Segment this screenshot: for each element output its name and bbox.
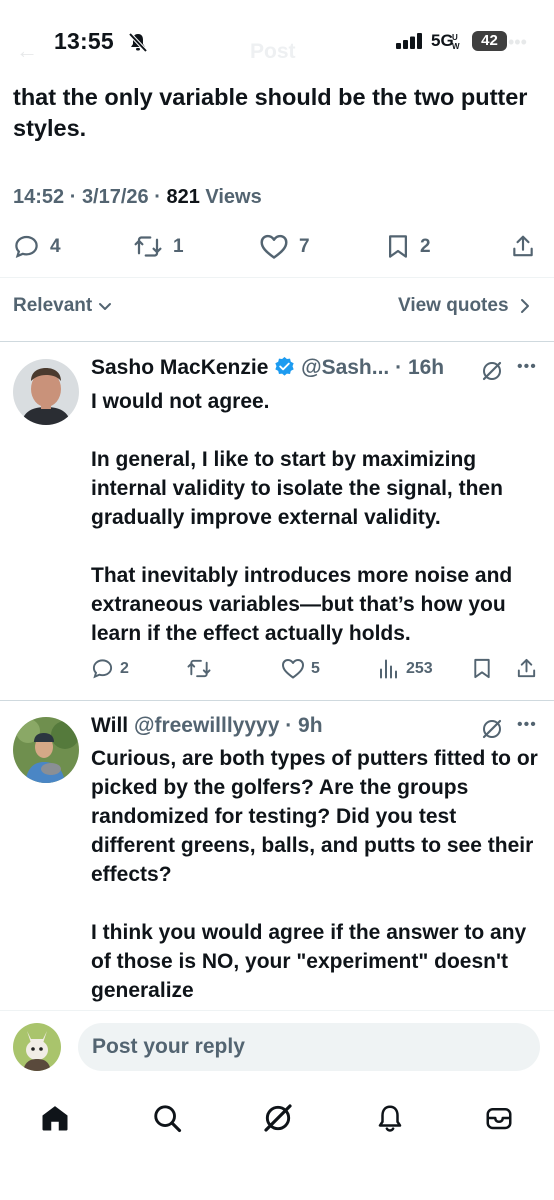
sort-dropdown[interactable]: Relevant [13, 295, 113, 317]
reply-paragraph: Curious, are both types of putters fitte… [91, 747, 538, 886]
reply-paragraph: I would not agree. [91, 390, 270, 413]
reply-paragraph: In general, I like to start by maximizin… [91, 448, 503, 529]
reply-text: I would not agree. In general, I like to… [91, 387, 546, 648]
bookmark-button[interactable]: 2 [386, 233, 431, 260]
tab-search[interactable] [147, 1100, 187, 1136]
avatar[interactable] [13, 359, 79, 425]
battery-level: 42 [481, 32, 498, 49]
reply-button[interactable]: 4 [13, 233, 61, 260]
network-sub: U W [452, 33, 460, 51]
header-title: Post [250, 40, 296, 63]
verified-badge-icon [274, 356, 295, 377]
grok-icon [264, 1104, 292, 1132]
repost-icon [134, 236, 162, 257]
reply-header: Sasho MacKenzie @Sash... · 16h [91, 356, 445, 379]
view-quotes-link[interactable]: View quotes [398, 295, 532, 317]
reply-input[interactable]: Post your reply [78, 1023, 540, 1071]
author-handle[interactable]: @freewilllyyyy [134, 714, 279, 737]
sort-label: Relevant [13, 295, 93, 316]
analytics-icon [380, 659, 397, 679]
avatar[interactable] [13, 717, 79, 783]
reply-time: 16h [407, 356, 445, 379]
tab-notifications[interactable] [370, 1100, 410, 1136]
tweet-meta: 14:52 · 3/17/26 · 821 Views [13, 186, 262, 208]
view-quotes-label: View quotes [398, 295, 509, 316]
tweet-date: 3/17/26 [81, 186, 149, 208]
tweet-time: 14:52 [13, 186, 65, 208]
divider [0, 341, 554, 342]
messages-icon [486, 1108, 512, 1130]
bookmark-icon [389, 235, 407, 258]
views-label[interactable]: Views [205, 186, 261, 208]
grok-icon[interactable] [480, 717, 504, 741]
reply-icon [92, 659, 113, 679]
search-icon [154, 1105, 182, 1133]
divider [0, 277, 554, 278]
bell-off-icon [128, 32, 148, 52]
reply-icon [15, 235, 38, 259]
heart-icon [282, 659, 304, 679]
tab-home[interactable] [35, 1100, 75, 1136]
network-type: 5G [431, 31, 454, 50]
author-handle[interactable]: @Sash... [301, 356, 389, 379]
back-arrow-icon[interactable]: ← [16, 38, 38, 64]
cellular-signal-icon [396, 33, 424, 49]
like-button[interactable]: 5 [281, 657, 320, 680]
views-count: 821 [166, 186, 200, 208]
share-button[interactable] [510, 233, 546, 260]
chevron-right-icon [518, 298, 532, 314]
like-count: 5 [311, 659, 320, 677]
grok-icon[interactable] [480, 359, 504, 383]
like-button[interactable]: 7 [259, 233, 310, 260]
tab-messages[interactable] [479, 1100, 519, 1136]
views-count: 253 [406, 659, 433, 677]
reply-paragraph: I think you would agree if the answer to… [91, 921, 527, 1002]
home-icon [42, 1106, 68, 1131]
heart-icon [260, 234, 288, 259]
reply-text: Curious, are both types of putters fitte… [91, 744, 546, 1005]
author-name[interactable]: Will [91, 714, 128, 737]
more-horizontal-icon[interactable]: ••• [508, 32, 527, 53]
share-icon [517, 658, 536, 678]
chevron-down-icon [97, 298, 113, 314]
bookmark-icon [474, 658, 490, 679]
like-count: 7 [299, 235, 310, 257]
repost-icon [187, 659, 211, 678]
reply-button[interactable]: 2 [91, 657, 129, 680]
divider [0, 700, 554, 701]
share-button[interactable] [515, 657, 544, 680]
more-options-icon[interactable]: ••• [517, 716, 537, 734]
bookmark-count: 2 [420, 235, 431, 257]
reply-count: 2 [120, 659, 129, 677]
notifications-icon [378, 1105, 402, 1132]
tab-grok[interactable] [258, 1100, 298, 1136]
views-button[interactable]: 253 [378, 657, 433, 680]
repost-button[interactable]: 1 [133, 233, 184, 260]
reply-time: 9h [298, 714, 323, 737]
repost-count: 1 [173, 235, 184, 257]
bookmark-button[interactable] [472, 657, 498, 680]
my-avatar[interactable] [13, 1023, 61, 1071]
status-time: 13:55 [54, 28, 114, 54]
reply-header: Will @freewilllyyyy · 9h [91, 714, 323, 737]
battery-icon: 42 [472, 31, 507, 51]
repost-button[interactable] [186, 657, 218, 680]
reply-count: 4 [50, 235, 61, 257]
share-icon [513, 235, 533, 257]
reply-paragraph: That inevitably introduces more noise an… [91, 564, 513, 645]
tweet-text: that the only variable should be the two… [13, 84, 528, 141]
more-options-icon[interactable]: ••• [517, 358, 537, 376]
author-name[interactable]: Sasho MacKenzie [91, 356, 268, 379]
